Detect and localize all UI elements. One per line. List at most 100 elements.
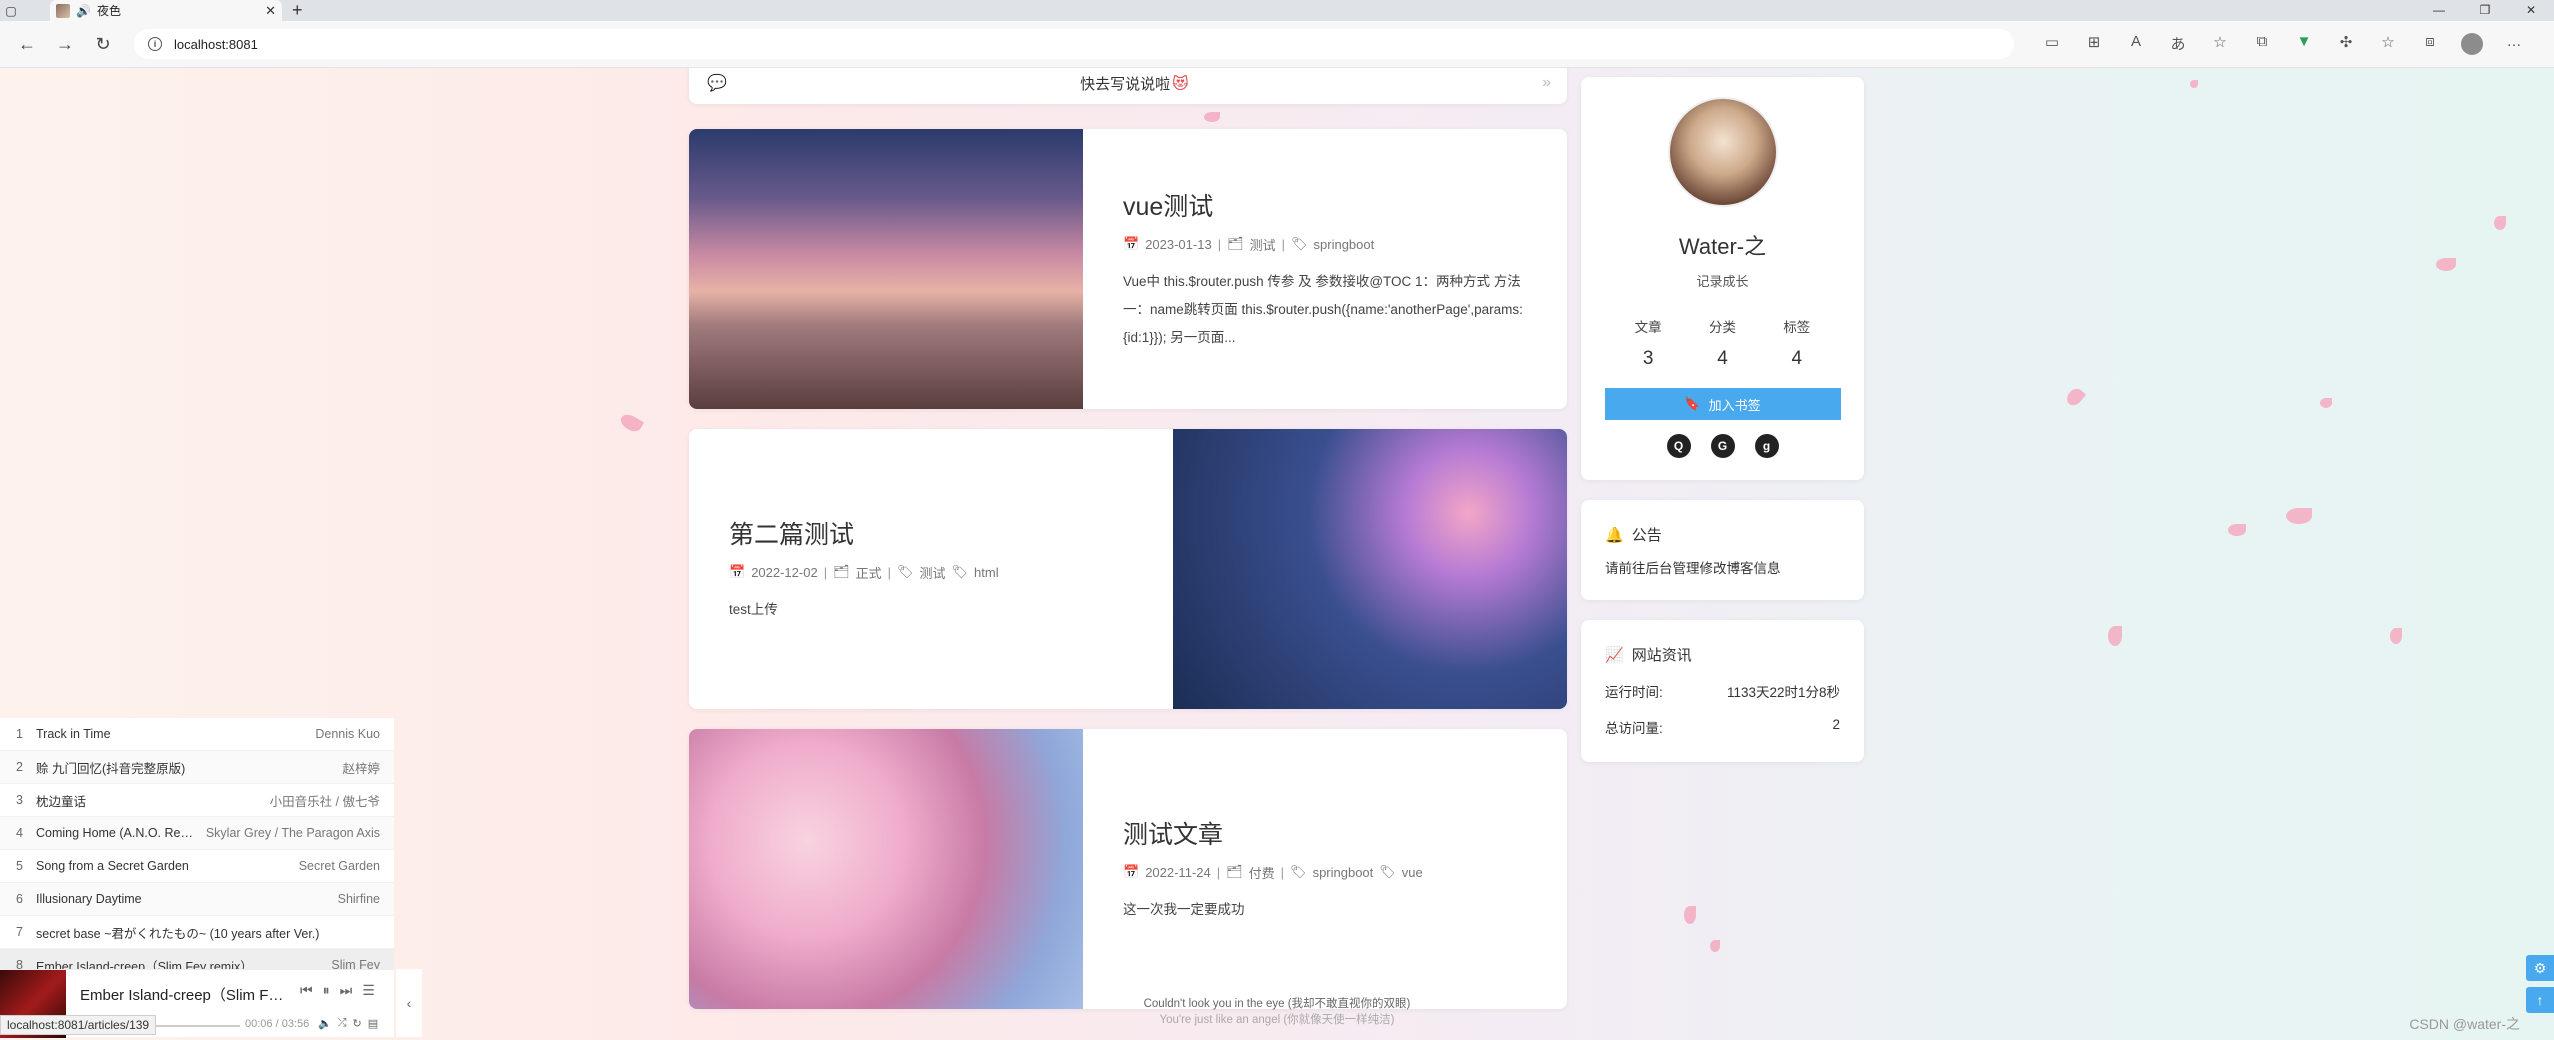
article-date: 2023-01-13 <box>1145 236 1212 252</box>
double-chevron-right-icon[interactable]: » <box>1542 74 1551 92</box>
article-tag[interactable]: springboot <box>1313 865 1374 880</box>
petal-decoration <box>1710 940 1720 952</box>
playlist-item[interactable]: 3 枕边童话 小田音乐社 / 傲七爷 <box>0 784 394 817</box>
category-icon: 🗂 <box>1226 864 1243 879</box>
qq-icon[interactable]: Q <box>1666 434 1691 458</box>
back-button[interactable]: ← <box>8 34 46 55</box>
visits-value: 2 <box>1832 717 1840 732</box>
petal-decoration <box>2108 626 2122 646</box>
close-window-button[interactable]: ✕ <box>2508 0 2554 21</box>
csdn-watermark: CSDN @water-之 <box>2409 1016 2520 1032</box>
playlist-song: Coming Home (A.N.O. Remix) <box>36 826 196 840</box>
playlist-item[interactable]: 2 赊 九门回忆(抖音完整原版) 赵梓婷 <box>0 751 394 784</box>
petal-decoration <box>1204 112 1220 122</box>
playlist-artist: Dennis Kuo <box>315 727 380 741</box>
vue-devtools-icon[interactable]: ▼ <box>2286 33 2322 55</box>
favorite-star-icon[interactable]: ☆ <box>2202 33 2238 55</box>
restore-button[interactable]: ❐ <box>2462 0 2508 21</box>
refresh-button[interactable]: ↻ <box>84 34 122 55</box>
favorites-icon[interactable]: ☆ <box>2370 33 2406 55</box>
device-icon[interactable]: ▭ <box>2034 33 2070 55</box>
article-tag[interactable]: 测试 <box>920 563 946 582</box>
petal-decoration <box>2286 508 2312 524</box>
article-card[interactable]: 第二篇测试 📅 2022-12-02 | 🗂 正式 | 🏷 测试 🏷 html … <box>689 429 1567 709</box>
article-cover-image[interactable] <box>689 129 1083 409</box>
article-category[interactable]: 测试 <box>1250 235 1276 254</box>
site-info-card: 📈 网站资讯 运行时间: 1133天22时1分8秒 总访问量: 2 <box>1581 620 1864 762</box>
tab-actions-icon[interactable]: ▢ <box>0 0 22 21</box>
article-excerpt: test上传 <box>729 601 778 617</box>
article-date: 2022-12-02 <box>751 564 818 580</box>
site-info-header: 📈 网站资讯 <box>1605 644 1840 665</box>
playlist-index: 6 <box>16 892 23 906</box>
article-card[interactable]: 测试文章 📅 2022-11-24 | 🗂 付费 | 🏷 springboot … <box>689 729 1567 1009</box>
category-icon: 🗂 <box>1227 236 1244 251</box>
bookmark-icon: 🔖 <box>1684 396 1701 411</box>
gitee-icon[interactable]: g <box>1754 434 1779 458</box>
talk-text-wrap: 快去写说说啦 😻 <box>727 73 1542 94</box>
playlist-song: Illusionary Daytime <box>36 892 142 906</box>
article-title[interactable]: vue测试 <box>1123 187 1527 223</box>
close-tab-icon[interactable]: ✕ <box>265 3 276 19</box>
playlist-item[interactable]: 6 Illusionary Daytime Shirfine <box>0 883 394 916</box>
site-info-icon[interactable]: i <box>148 37 162 51</box>
petal-decoration <box>617 411 645 435</box>
forward-button[interactable]: → <box>46 34 84 55</box>
translate-icon[interactable]: あ <box>2160 33 2196 55</box>
article-meta: 📅 2022-11-24 | 🗂 付费 | 🏷 springboot 🏷 vue <box>1123 863 1527 882</box>
stat-tags[interactable]: 标签 4 <box>1783 316 1810 370</box>
author-motto: 记录成长 <box>1696 274 1749 289</box>
apps-grid-icon[interactable]: ⊞ <box>2076 33 2112 55</box>
article-cover-image[interactable] <box>689 729 1083 1009</box>
playlist-index: 7 <box>16 925 23 939</box>
settings-gear-icon[interactable]: ⚙ <box>2526 955 2554 981</box>
meta-separator: | <box>823 564 828 580</box>
stat-articles[interactable]: 文章 3 <box>1635 316 1662 370</box>
back-to-top-icon[interactable]: ↑ <box>2526 987 2554 1013</box>
extensions-puzzle-icon[interactable]: ✣ <box>2328 33 2364 55</box>
stat-categories[interactable]: 分类 4 <box>1709 316 1736 370</box>
article-title[interactable]: 测试文章 <box>1123 815 1527 851</box>
playlist-item[interactable]: 4 Coming Home (A.N.O. Remix) Skylar Grey /… <box>0 817 394 850</box>
stat-value: 3 <box>1642 348 1654 369</box>
author-avatar[interactable] <box>1667 97 1778 207</box>
github-icon[interactable]: G <box>1710 434 1735 458</box>
lyrics-display: Couldn't look you in the eye (我却不敢直视你的双眼… <box>0 996 2554 1028</box>
playlist-item[interactable]: 5 Song from a Secret Garden Secret Garden <box>0 850 394 883</box>
minimize-button[interactable]: — <box>2416 0 2462 21</box>
collections-icon[interactable]: ⧈ <box>2412 33 2448 55</box>
article-card[interactable]: vue测试 📅 2023-01-13 | 🗂 测试 | 🏷 springboot… <box>689 129 1567 409</box>
article-body: 第二篇测试 📅 2022-12-02 | 🗂 正式 | 🏷 测试 🏷 html … <box>689 429 1173 709</box>
talk-bar[interactable]: 💬 快去写说说啦 😻 » <box>689 68 1567 104</box>
extension-icon[interactable]: ⧉ <box>2244 33 2280 55</box>
speaker-icon[interactable]: 🔊 <box>76 4 91 18</box>
stat-value: 4 <box>1717 348 1728 369</box>
stat-label: 标签 <box>1783 320 1811 335</box>
notice-title: 公告 <box>1631 527 1662 544</box>
playlist-artist: Skylar Grey / The Paragon Axis <box>205 826 380 840</box>
playlist-item[interactable]: 1 Track in Time Dennis Kuo <box>0 718 394 751</box>
playlist-index: 5 <box>16 859 23 873</box>
profile-card: Water-之 记录成长 文章 3 分类 4 标签 4 🔖 加入书签 Q G g <box>1581 77 1864 480</box>
new-tab-button[interactable]: + <box>292 0 303 21</box>
article-tag[interactable]: vue <box>1402 865 1423 880</box>
article-title[interactable]: 第二篇测试 <box>729 515 1133 551</box>
read-aloud-icon[interactable]: A <box>2118 33 2154 55</box>
add-bookmark-button[interactable]: 🔖 加入书签 <box>1604 388 1841 420</box>
article-excerpt: Vue中 this.$router.push 传参 及 参数接收@TOC 1：两… <box>1123 273 1523 345</box>
article-cover-image[interactable] <box>1173 429 1567 709</box>
music-playlist: 1 Track in Time Dennis Kuo 2 赊 九门回忆(抖音完整原版)… <box>0 718 394 969</box>
playlist-item[interactable]: 7 secret base ~君がくれたもの~ (10 years after V… <box>0 916 394 949</box>
runtime-value: 1133天22时1分8秒 <box>1726 685 1840 700</box>
browser-tab[interactable]: 🔊 夜色 ✕ <box>50 0 282 21</box>
site-favicon-icon <box>56 3 70 18</box>
profile-avatar-icon[interactable] <box>2461 33 2483 55</box>
playlist-item-active[interactable]: 8 Ember Island-creep（Slim Fey remix） Slim … <box>0 949 394 969</box>
playlist-artist: 小田音乐社 / 傲七爷 <box>269 794 380 809</box>
more-menu-icon[interactable]: … <box>2496 33 2532 55</box>
article-category[interactable]: 正式 <box>856 563 882 582</box>
url-input[interactable]: i localhost:8081 <box>134 29 2014 59</box>
article-tag[interactable]: html <box>974 565 999 580</box>
article-tag[interactable]: springboot <box>1314 237 1375 252</box>
article-category[interactable]: 付费 <box>1249 863 1275 882</box>
